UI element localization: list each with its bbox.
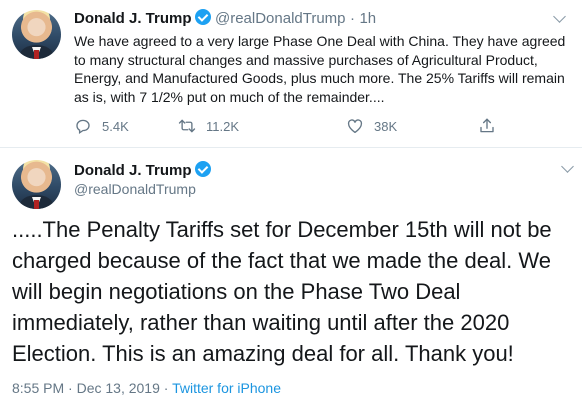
- like-button[interactable]: 38K: [346, 117, 397, 135]
- source-link[interactable]: Twitter for iPhone: [172, 380, 281, 396]
- tweet-reply-context[interactable]: Donald J. Trump @realDonaldTrump · 1h We…: [0, 0, 582, 148]
- tweet-text: We have agreed to a very large Phase One…: [74, 33, 566, 105]
- tweet-main: Donald J. Trump @realDonaldTrump .....Th…: [0, 148, 582, 413]
- author-handle[interactable]: @realDonaldTrump: [74, 181, 196, 197]
- reply-button[interactable]: 5.4K: [74, 117, 129, 135]
- tweet-header: Donald J. Trump @realDonaldTrump · 1h: [74, 9, 376, 28]
- avatar[interactable]: [12, 160, 61, 209]
- like-count: 38K: [374, 118, 398, 134]
- chevron-down-icon[interactable]: [561, 160, 574, 173]
- tweet-meta: 8:55 PM · Dec 13, 2019 · Twitter for iPh…: [12, 380, 281, 396]
- author-name[interactable]: Donald J. Trump: [74, 10, 192, 27]
- like-icon: [347, 119, 363, 134]
- reply-icon: [76, 119, 90, 135]
- time-ago[interactable]: 1h: [359, 10, 376, 27]
- retweet-icon: [178, 119, 196, 133]
- retweet-count: 11.2K: [206, 118, 240, 134]
- tweet-actions: 5.4K 11.2K 38K: [74, 117, 534, 137]
- share-icon: [480, 118, 494, 133]
- verified-badge-icon: [194, 9, 211, 25]
- avatar[interactable]: [12, 10, 61, 59]
- reply-count: 5.4K: [102, 118, 129, 134]
- dot-separator: ·: [349, 10, 355, 27]
- retweet-button[interactable]: 11.2K: [178, 117, 239, 135]
- author-handle[interactable]: @realDonaldTrump: [215, 10, 346, 27]
- verified-badge-icon: [194, 161, 211, 177]
- timestamp[interactable]: 8:55 PM · Dec 13, 2019 ·: [12, 380, 172, 396]
- author-name[interactable]: Donald J. Trump: [74, 162, 192, 179]
- author-name-row: Donald J. Trump: [74, 161, 211, 180]
- tweet-text: .....The Penalty Tariffs set for Decembe…: [12, 217, 552, 366]
- share-button[interactable]: [478, 117, 506, 135]
- chevron-down-icon[interactable]: [553, 10, 566, 23]
